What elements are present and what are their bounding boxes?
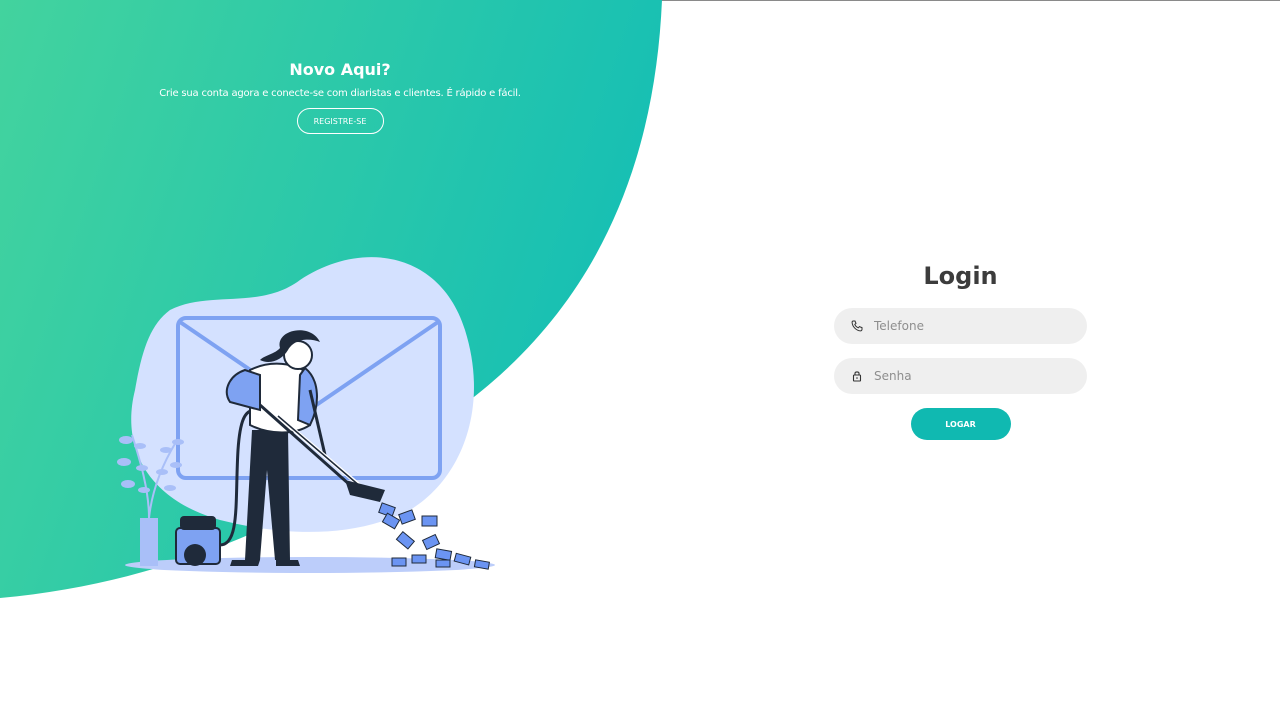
register-button[interactable]: REGISTRE-SE	[296, 108, 384, 134]
signup-panel: Novo Aqui? Crie sua conta agora e conect…	[120, 60, 560, 134]
phone-icon	[851, 320, 863, 332]
login-title: Login	[923, 262, 998, 290]
signup-description: Crie sua conta agora e conecte-se com di…	[159, 88, 521, 99]
lock-icon	[852, 371, 862, 382]
password-input[interactable]	[874, 358, 1074, 394]
login-form: Login LOGAR	[834, 262, 1087, 440]
login-button[interactable]: LOGAR	[910, 408, 1011, 440]
phone-input[interactable]	[874, 308, 1074, 344]
phone-field[interactable]	[834, 308, 1087, 344]
signup-title: Novo Aqui?	[289, 60, 391, 79]
woman-vacuuming-envelopes-illustration	[117, 257, 495, 573]
password-field[interactable]	[834, 358, 1087, 394]
